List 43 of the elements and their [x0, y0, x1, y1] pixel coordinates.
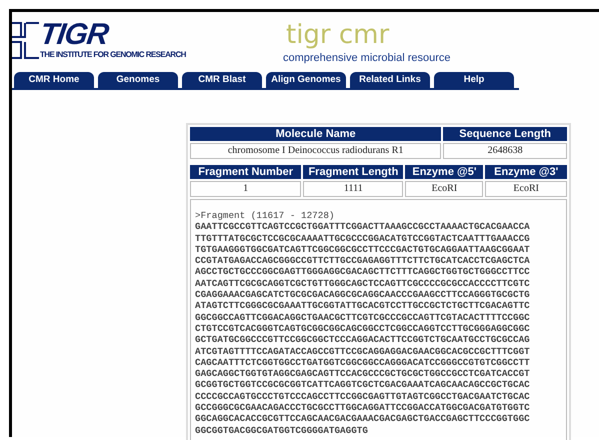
sequence-line: CAGCAATTTCTCGGTGGCCTGATGGTCGGCGGCCAGGGACATCCGGGCCGTGTCGGCCTT [195, 356, 531, 368]
sequence-line: ATAGTCTTCGGGCGCGAAATTGCGGTATTGCACGTCCTTGCCGCTCTGCTTCGACAGTTC [195, 300, 531, 312]
sequence-line: CTGTCCGTCACGGGTCAGTGCGGCGGCAGCGGCCTCGGCCAGGTCCTTGCGGGAGGCGGC [195, 322, 531, 334]
column-header: Sequence Length [443, 127, 567, 141]
column-header: Molecule Name [190, 127, 442, 141]
sequence-line: CCCCGCCAGTGCCCTGTCCCAGCCTTCCGGCGAGTTGTAGTCGGCCTGACGAATCTGCAC [195, 390, 531, 402]
sequence-line: ATCGTAGTTTTCCAGATACCAGCCGTTCCGCAGGAGGACGAACGGCACGCCGCTTTCGGT [195, 346, 531, 357]
sequence-line: GGCGGTGACGGCGATGGTCGGGGATGAGGTG [195, 424, 369, 436]
table-cell: EcoRI [405, 181, 484, 197]
sequence-line: GGCGGCCAGTTCGGACAGGCTGAACGCTTCGTCGCCCGCCAGTTCGTACACTTTTCCGGC [195, 312, 531, 323]
column-header: Fragment Number [190, 165, 302, 179]
table-cell: 1111 [303, 181, 404, 197]
sequence-line: GCGGTGCTGGTCCGCGCGGTCATTCAGGTCGCTCGACGAAATCAGCAACAGCCGCTGCAC [195, 379, 531, 391]
logo-text: TIGR [38, 20, 112, 50]
column-header: Enzyme @3' [485, 165, 567, 179]
fasta-header: >Fragment (11617 - 12728) [195, 210, 336, 222]
site-title: tigr cmr [286, 20, 390, 50]
sequence-line: TGTGAAGGGTGGCGATCAGTTCGGCGGCGCCTTCCCGACTGTGCAGGAATTAAGCGGAAT [195, 244, 531, 256]
sequence-line: CCGTATGAGACCAGCGGGCCGTTCTTGCCGAGAGGTTTCTTCTGCATCACCTCGAGCTCA [195, 255, 531, 266]
logo-bracket-icon [12, 20, 40, 60]
sequence-line: AGCCTGCTGCCCGGCGAGTTGGGAGGCGACAGCTTCTTTCAGGCTGGTGCTGGGCCTTCC [195, 266, 531, 278]
column-header: Fragment Length [303, 165, 404, 179]
nav-tab[interactable]: Align Genomes [266, 72, 346, 88]
table-cell: 2648638 [443, 143, 567, 159]
sequence-line: GAGCAGGCTGGTGTAGGCGAGCAGTTCCACGCCCGCTGCGCTGGCCGCCTCGATCACCGT [195, 368, 531, 380]
nav-tab[interactable]: Genomes [98, 72, 178, 88]
sequence-line: CGAGGAAACGAGCATCTGCGCGACAGGCGCAGGCAACCCGAAGCCTTCCAGGGTGCGCTG [195, 289, 531, 300]
table-cell: chromosome I Deinococcus radiodurans R1 [190, 143, 442, 159]
sequence-line: TTGTTTATGCGCTCCGCGCAAAATTGCGCCCGGACATGTCCGGTACTCAATTTGAAACCG [195, 232, 531, 244]
sequence-line: AATCAGTTCGCGCAGGTCGCTGTTGGGCAGCTCCAGTTCGCCCCGCGCCACCCCTTCGTC [195, 278, 531, 290]
sequence-line: GCCGGGCGCGAACAGACCCTGCGCCTTGGCAGGATTCCGGACCATGGCGACGATGTGGTC [195, 402, 531, 414]
column-header: Enzyme @5' [405, 165, 484, 179]
sequence-line: GGCAGGCACACCGCGTTCCAGCAACGACGAAACGACGAGCTGACCGAGCTTCCCGGTGGC [195, 413, 531, 425]
nav-tab[interactable]: CMR Blast [182, 72, 262, 88]
site-tagline: comprehensive microbial resource [283, 51, 451, 65]
table-cell: 1 [190, 181, 302, 197]
logo-subtitle: THE INSTITUTE FOR GENOMIC RESEARCH [40, 50, 186, 60]
nav-tab[interactable]: Related Links [350, 72, 430, 88]
nav-tab[interactable]: Help [434, 72, 514, 88]
nav-tab[interactable]: CMR Home [14, 72, 94, 88]
sequence-line: GCTGATGCGGCCCGTTCCGGCGGCTCCCAGGACACTTCCGGTCTGCAATGCCTGCGCCAG [195, 334, 531, 346]
table-cell: EcoRI [485, 181, 567, 197]
sequence-line: GAATTCGCCGTTCAGTCCGCTGGATTTCGGACTTAAAGCCGCCTAAAACTGCACGAACCA [195, 221, 531, 233]
